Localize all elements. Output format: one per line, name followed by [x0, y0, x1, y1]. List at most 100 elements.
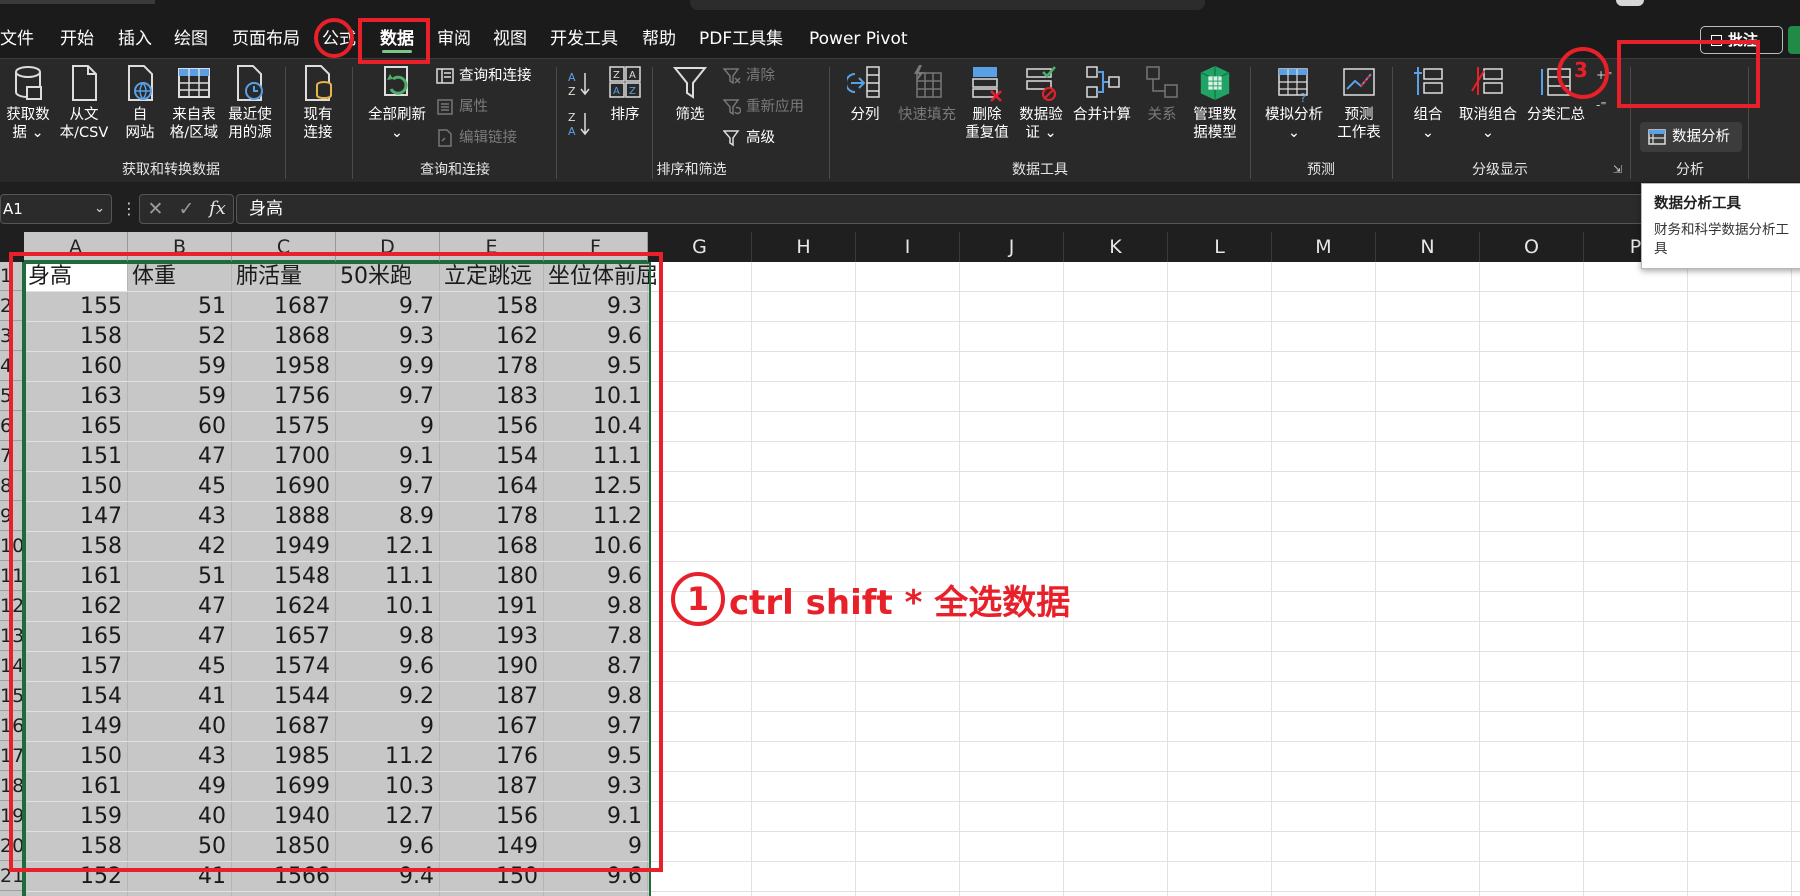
database-icon	[10, 63, 46, 103]
ribbon-separator	[352, 67, 353, 179]
annotation-box-data-tab	[358, 18, 430, 64]
annotation-step1-text: ctrl shift * 全选数据	[729, 582, 1071, 623]
hide-detail-button[interactable]: -⁼	[1596, 95, 1607, 115]
get-data-button[interactable]: 获取数 据 ⌄	[2, 63, 54, 142]
advanced-filter-button[interactable]: 高级	[722, 125, 775, 151]
manage-data-model-button[interactable]: 管理数 据模型	[1189, 63, 1241, 142]
more-options-icon[interactable]: ⋮	[121, 199, 137, 218]
name-box[interactable]: A1 ⌄	[0, 194, 112, 224]
column-header-l[interactable]: L	[1168, 232, 1272, 262]
remove-duplicates-icon	[969, 63, 1005, 103]
ribbon-separator	[1250, 67, 1251, 179]
from-table-range-button[interactable]: 来自表 格/区域	[168, 63, 220, 142]
data-analysis-tooltip: 数据分析工具 财务和科学数据分析工具	[1641, 183, 1800, 269]
svg-text:Z: Z	[568, 111, 576, 124]
tab-review[interactable]: 审阅	[437, 25, 471, 53]
tab-draw[interactable]: 绘图	[174, 25, 208, 53]
edit-links-button[interactable]: 编辑链接	[435, 125, 517, 151]
text-to-columns-button[interactable]: 分列	[843, 63, 887, 124]
recent-sources-button[interactable]: 最近使 用的源	[224, 63, 276, 142]
reapply-button[interactable]: 重新应用	[722, 94, 804, 120]
tab-developer[interactable]: 开发工具	[550, 25, 618, 53]
svg-text:A: A	[613, 86, 620, 97]
tooltip-title: 数据分析工具	[1654, 196, 1741, 212]
ribbon-separator	[829, 67, 830, 179]
share-button[interactable]	[1788, 26, 1800, 54]
clear-filter-button[interactable]: 清除	[722, 63, 775, 89]
column-header-o[interactable]: O	[1480, 232, 1584, 262]
data-validation-icon	[1023, 63, 1059, 103]
ungroup-icon	[1470, 63, 1506, 103]
ribbon-separator	[556, 67, 557, 179]
tab-file[interactable]: 文件	[0, 25, 34, 53]
properties-button[interactable]: 属性	[435, 94, 488, 120]
title-bar-edge	[0, 0, 155, 4]
group-label-analysis: 分析	[1676, 162, 1704, 178]
sort-ascending-button[interactable]: AZ	[566, 67, 596, 101]
forecast-sheet-icon	[1341, 63, 1377, 103]
title-bar: 文件 开始 插入 绘图 页面布局 公式 数据 审阅 视图 开发工具 帮助 PDF…	[0, 0, 1800, 58]
relationships-button[interactable]: 关系	[1140, 63, 1184, 124]
refresh-all-button[interactable]: 全部刷新 ⌄	[360, 63, 434, 142]
consolidate-button[interactable]: 合并计算	[1070, 63, 1134, 124]
insert-function-icon[interactable]: fx	[202, 195, 233, 223]
tab-view[interactable]: 视图	[493, 25, 527, 53]
column-header-i[interactable]: I	[856, 232, 960, 262]
profile-avatar[interactable]	[1616, 0, 1644, 6]
svg-text:?: ?	[1300, 91, 1306, 103]
from-text-csv-button[interactable]: 从文 本/CSV	[58, 63, 110, 142]
tab-power-pivot[interactable]: Power Pivot	[809, 25, 908, 53]
column-header-k[interactable]: K	[1064, 232, 1168, 262]
dialog-launcher-icon: ⇲	[1613, 163, 1623, 176]
recent-sources-icon	[232, 63, 268, 103]
filter-button[interactable]: 筛选	[668, 63, 712, 124]
remove-duplicates-button[interactable]: 删除 重复值	[963, 63, 1011, 142]
tab-home[interactable]: 开始	[60, 25, 94, 53]
formula-input[interactable]: 身高	[236, 194, 1796, 224]
group-label-queries: 查询和连接	[420, 162, 490, 178]
existing-connections-button[interactable]: 现有 连接	[294, 63, 342, 142]
consolidate-icon	[1084, 63, 1120, 103]
forecast-sheet-button[interactable]: 预测 工作表	[1334, 63, 1384, 142]
outline-dialog-launcher[interactable]: ⇲	[1613, 162, 1622, 178]
ungroup-button[interactable]: 取消组合 ⌄	[1456, 63, 1520, 142]
annotation-box-data-range	[9, 252, 663, 872]
column-header-n[interactable]: N	[1376, 232, 1480, 262]
annotation-step1-number: 1	[671, 572, 725, 626]
annotation-step1: 1 ctrl shift * 全选数据	[671, 572, 1070, 626]
group-label-data-tools: 数据工具	[1012, 162, 1068, 178]
ribbon: 获取数 据 ⌄ 从文 本/CSV 自 网站 来自表 格/区域 最近使 用的源 现…	[0, 58, 1800, 182]
queries-connections-button[interactable]: 查询和连接	[435, 63, 532, 89]
data-model-icon	[1197, 63, 1233, 103]
svg-text:A: A	[568, 71, 576, 84]
sort-za-icon: ZA	[566, 109, 592, 139]
from-web-button[interactable]: 自 网站	[116, 63, 164, 142]
column-header-g[interactable]: G	[648, 232, 752, 262]
tab-page-layout[interactable]: 页面布局	[232, 25, 300, 53]
annotation-box-data-analysis	[1617, 40, 1760, 108]
cancel-icon[interactable]: ✕	[140, 195, 171, 223]
data-validation-button[interactable]: 数据验 证 ⌄	[1016, 63, 1066, 142]
column-header-m[interactable]: M	[1272, 232, 1376, 262]
formula-buttons: ✕ ✓ fx	[139, 194, 234, 224]
tab-insert[interactable]: 插入	[118, 25, 152, 53]
text-file-icon	[66, 63, 102, 103]
ribbon-separator	[1392, 67, 1393, 179]
queries-pane-icon	[435, 66, 455, 86]
search-box[interactable]	[690, 0, 1205, 10]
group-button[interactable]: 组合 ⌄	[1406, 63, 1450, 142]
sort-button[interactable]: ZAAZ 排序	[603, 63, 647, 124]
tab-pdf-tools[interactable]: PDF工具集	[699, 25, 783, 53]
flash-fill-button[interactable]: 快速填充	[895, 63, 959, 124]
data-analysis-icon	[1648, 128, 1666, 146]
column-header-j[interactable]: J	[960, 232, 1064, 262]
group-label-get-transform: 获取和转换数据	[122, 162, 220, 178]
excel-window: { "tabs": [ {"label": "文件", "active": fa…	[0, 0, 1800, 896]
what-if-analysis-button[interactable]: ? 模拟分析 ⌄	[1258, 63, 1330, 142]
column-header-h[interactable]: H	[752, 232, 856, 262]
tab-help[interactable]: 帮助	[642, 25, 676, 53]
sort-descending-button[interactable]: ZA	[566, 107, 596, 141]
data-analysis-button[interactable]: 数据分析	[1640, 122, 1742, 152]
group-label-outline: 分级显示	[1472, 162, 1528, 178]
enter-icon[interactable]: ✓	[171, 195, 202, 223]
